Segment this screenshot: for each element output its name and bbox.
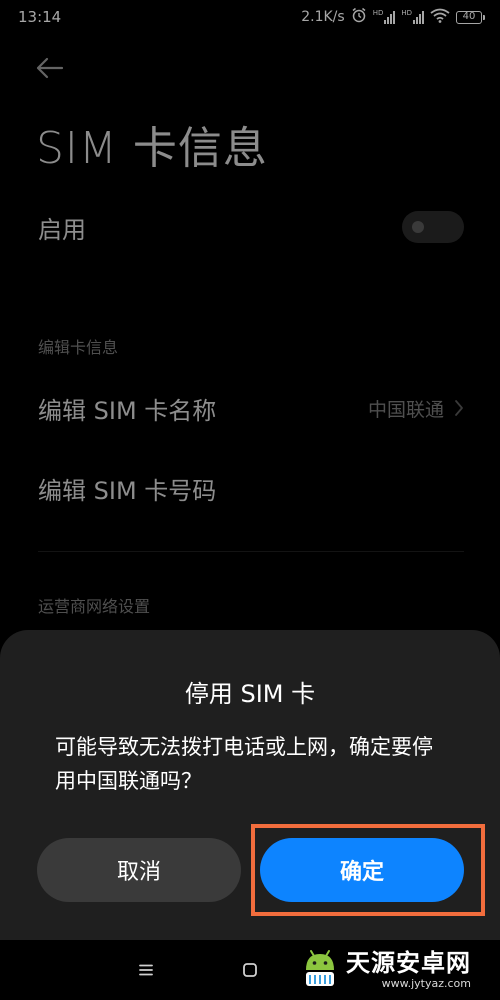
home-icon xyxy=(243,963,257,977)
android-logo-icon xyxy=(306,950,334,986)
confirm-highlight-box xyxy=(251,824,485,916)
watermark-text: 天源安卓网 www.jytyaz.com xyxy=(346,951,471,989)
home-button[interactable] xyxy=(238,958,262,982)
watermark: 天源安卓网 www.jytyaz.com xyxy=(300,940,500,1000)
sim-info-screen: 13:14 2.1K/s HD HD 40 SIM 卡信息 启用 编辑卡信息 编… xyxy=(0,0,500,1000)
menu-button[interactable] xyxy=(134,958,158,982)
watermark-title: 天源安卓网 xyxy=(346,949,471,977)
watermark-url: www.jytyaz.com xyxy=(381,977,471,990)
dialog-message: 可能导致无法拨打电话或上网，确定要停用中国联通吗？ xyxy=(55,735,433,793)
dialog-title: 停用 SIM 卡 xyxy=(184,680,316,708)
menu-icon xyxy=(139,964,153,976)
cancel-button[interactable]: 取消 xyxy=(37,838,241,902)
